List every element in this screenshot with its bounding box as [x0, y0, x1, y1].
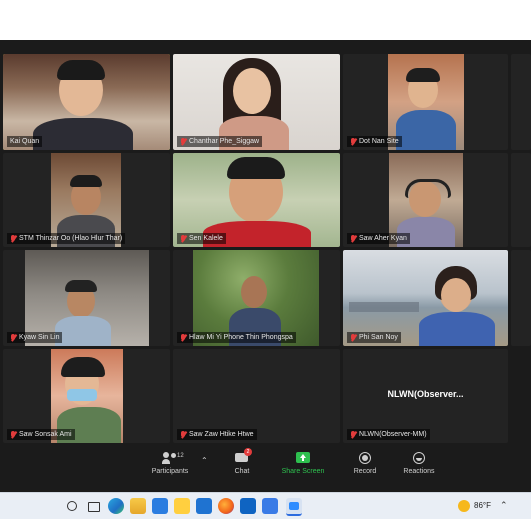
- participant-name-label: NLWN(Observer-MM): [347, 429, 430, 440]
- mail-icon[interactable]: [196, 498, 212, 514]
- participant-name-label: Chanthar Phe_Siggaw: [177, 136, 263, 147]
- edge-browser-icon[interactable]: [108, 498, 124, 514]
- participant-tile[interactable]: Saw Zaw Htike Htwe: [173, 349, 340, 443]
- files-app-icon[interactable]: [174, 498, 190, 514]
- participants-icon: 12: [162, 452, 184, 464]
- reactions-icon: [412, 452, 426, 464]
- participant-tile[interactable]: Saw Aher Kyan: [343, 153, 508, 247]
- muted-mic-icon: [180, 333, 186, 342]
- participant-name-label: Kai Quan: [7, 136, 43, 147]
- participant-tile[interactable]: Chanthar Phe_Siggaw: [173, 54, 340, 150]
- outlook-icon[interactable]: [240, 498, 256, 514]
- participant-name-label: Saw Zaw Htike Htwe: [177, 429, 257, 440]
- participants-button[interactable]: 12 Participants: [145, 452, 195, 475]
- store-icon[interactable]: [152, 498, 168, 514]
- participant-tile[interactable]: Sen Kalele: [173, 153, 340, 247]
- video-grid: Kai Quan Chanthar Phe_Siggaw Dot Nan Sit…: [0, 54, 531, 446]
- muted-mic-icon: [10, 430, 16, 439]
- participant-tile[interactable]: Dot Nan Site: [343, 54, 508, 150]
- muted-mic-icon: [10, 234, 16, 243]
- share-screen-icon: [296, 452, 310, 464]
- record-icon: [358, 452, 372, 464]
- muted-mic-icon: [10, 333, 16, 342]
- system-tray-chevron-icon[interactable]: ⌃: [500, 500, 508, 511]
- zoom-app-icon[interactable]: [286, 498, 302, 516]
- meeting-toolbar: 12 Participants ⌃ 2 Chat Share Screen Re…: [0, 446, 531, 492]
- task-view-icon[interactable]: [86, 498, 102, 514]
- muted-mic-icon: [350, 234, 356, 243]
- participants-count: 12: [177, 453, 184, 459]
- windows-taskbar: 86°F ⌃: [0, 492, 531, 519]
- participant-tile-partial[interactable]: [511, 250, 531, 346]
- participant-tile-partial[interactable]: [511, 153, 531, 247]
- muted-mic-icon: [350, 333, 356, 342]
- explorer-folder-icon[interactable]: [262, 498, 278, 514]
- participant-tile[interactable]: NLWN(Observer... NLWN(Observer-MM): [343, 349, 508, 443]
- chat-button[interactable]: 2 Chat: [217, 448, 267, 475]
- participant-name-label: STM Thinzar Oo (Hlao Hlur Thar): [7, 233, 126, 244]
- participant-tile[interactable]: STM Thinzar Oo (Hlao Hlur Thar): [3, 153, 170, 247]
- share-screen-button[interactable]: Share Screen: [278, 452, 328, 475]
- muted-mic-icon: [350, 137, 356, 146]
- muted-mic-icon: [180, 430, 186, 439]
- file-explorer-icon[interactable]: [130, 498, 146, 514]
- muted-mic-icon: [180, 234, 186, 243]
- participant-name-label: Hlaw Mi Yi Phone Thin Phongspa: [177, 332, 296, 343]
- participant-tile-partial[interactable]: [511, 54, 531, 150]
- participant-name-label: Saw Sonsak Ami: [7, 429, 75, 440]
- participants-options-caret-icon[interactable]: ⌃: [201, 456, 208, 465]
- meeting-window: Kai Quan Chanthar Phe_Siggaw Dot Nan Sit…: [0, 40, 531, 492]
- muted-mic-icon: [350, 430, 356, 439]
- participant-name-label: Dot Nan Site: [347, 136, 402, 147]
- participant-tile[interactable]: Saw Sonsak Ami: [3, 349, 170, 443]
- participant-name-label: Kyaw Sin Lin: [7, 332, 63, 343]
- reactions-button[interactable]: Reactions: [394, 452, 444, 475]
- weather-temperature[interactable]: 86°F: [474, 501, 491, 510]
- participant-name-label: Phi San Noy: [347, 332, 401, 343]
- participant-tile[interactable]: Kai Quan: [3, 54, 170, 150]
- participant-tile[interactable]: Hlaw Mi Yi Phone Thin Phongspa: [173, 250, 340, 346]
- record-button[interactable]: Record: [340, 452, 390, 475]
- chat-notification-badge: 2: [244, 448, 252, 456]
- participant-name-label: Saw Aher Kyan: [347, 233, 410, 244]
- participant-name-label: Sen Kalele: [177, 233, 226, 244]
- participant-caption: NLWN(Observer...: [387, 389, 464, 400]
- participant-tile[interactable]: Kyaw Sin Lin: [3, 250, 170, 346]
- muted-mic-icon: [180, 137, 186, 146]
- search-icon[interactable]: [64, 498, 80, 514]
- chat-icon: 2: [235, 448, 252, 464]
- weather-icon[interactable]: [458, 500, 470, 512]
- firefox-icon[interactable]: [218, 498, 234, 514]
- participant-tile[interactable]: Phi San Noy: [343, 250, 508, 346]
